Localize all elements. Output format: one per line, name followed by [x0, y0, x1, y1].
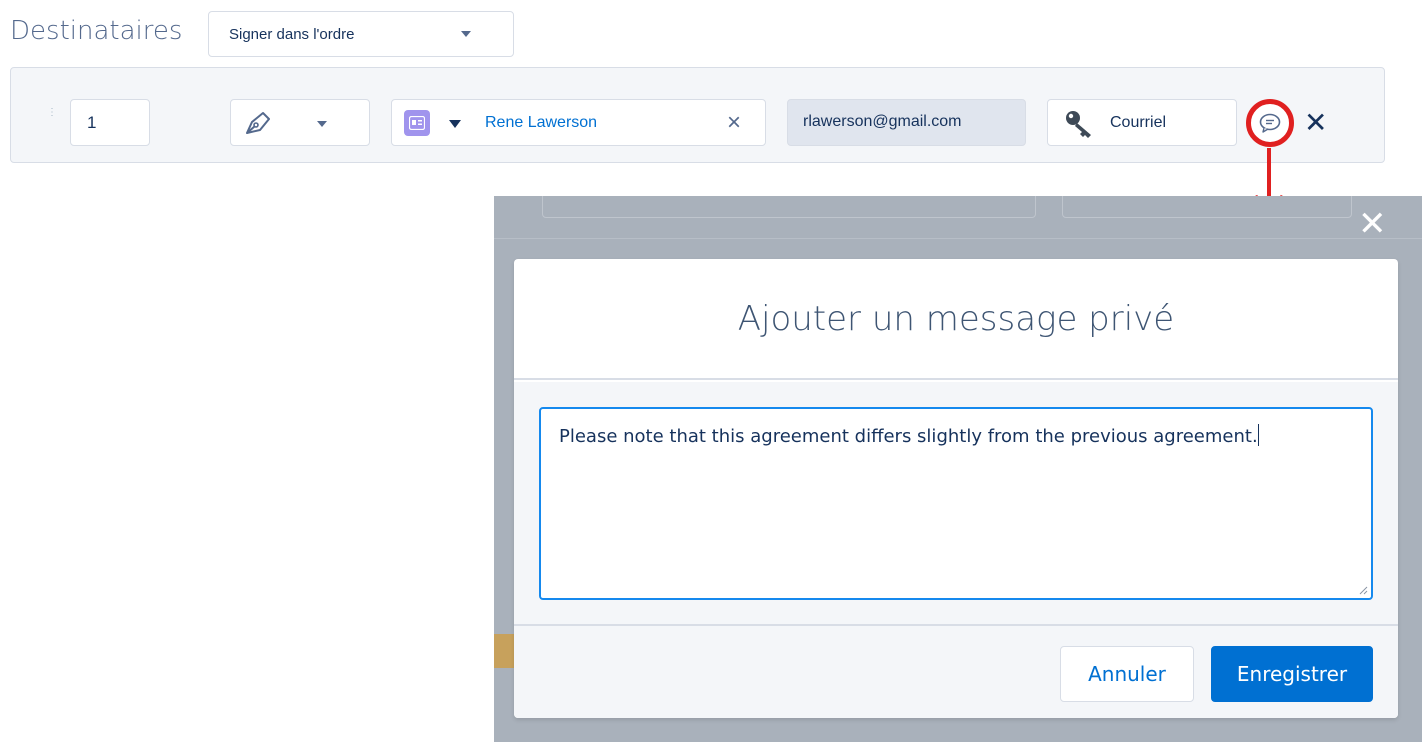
background-field — [542, 196, 1036, 218]
save-button[interactable]: Enregistrer — [1211, 646, 1373, 702]
private-message-button[interactable] — [1246, 99, 1294, 147]
background-element — [494, 634, 514, 668]
recipient-role-select[interactable] — [230, 99, 370, 146]
signing-order-select[interactable]: Signer dans l'ordre — [208, 11, 514, 57]
recipient-contact-field[interactable]: Rene Lawerson × — [391, 99, 766, 146]
recipients-title: Destinataires — [10, 16, 183, 46]
modal-title: Ajouter un message privé — [737, 299, 1175, 339]
signing-order-value: Signer dans l'ordre — [229, 26, 355, 43]
text-cursor — [1257, 424, 1259, 446]
chevron-down-icon[interactable] — [449, 120, 461, 128]
remove-recipient-button[interactable]: ✕ — [1304, 106, 1327, 139]
pen-icon — [243, 109, 273, 142]
recipient-email-field: rlawerson@gmail.com — [787, 99, 1026, 146]
recipient-row: ⋮ 1 Rene Lawerson × rlawerson@gmail.com — [10, 67, 1385, 163]
close-modal-icon[interactable]: ✕ — [1358, 204, 1387, 244]
resize-grip-icon[interactable] — [1358, 585, 1368, 595]
contact-card-icon — [404, 110, 430, 136]
modal-header: Ajouter un message privé — [514, 259, 1398, 380]
chevron-down-icon — [317, 121, 327, 127]
chat-bubble-icon — [1259, 113, 1281, 133]
private-message-textarea[interactable]: Please note that this agreement differs … — [539, 407, 1373, 600]
cancel-button[interactable]: Annuler — [1060, 646, 1194, 702]
authentication-method-select[interactable]: Courriel — [1047, 99, 1237, 146]
recipient-name[interactable]: Rene Lawerson — [485, 114, 597, 132]
authentication-method-value: Courriel — [1110, 114, 1167, 131]
background-divider — [494, 238, 1422, 239]
drag-handle-icon[interactable]: ⋮ — [47, 108, 57, 122]
modal-body: Please note that this agreement differs … — [514, 382, 1398, 624]
recipient-order-input[interactable]: 1 — [70, 99, 150, 146]
private-message-text: Please note that this agreement differs … — [559, 426, 1258, 447]
key-icon — [1062, 108, 1096, 145]
modal-footer: Annuler Enregistrer — [514, 624, 1398, 718]
clear-contact-icon[interactable]: × — [727, 109, 741, 137]
chevron-down-icon — [461, 31, 471, 37]
background-field — [1062, 196, 1352, 218]
private-message-modal: Ajouter un message privé Please note tha… — [514, 259, 1398, 718]
